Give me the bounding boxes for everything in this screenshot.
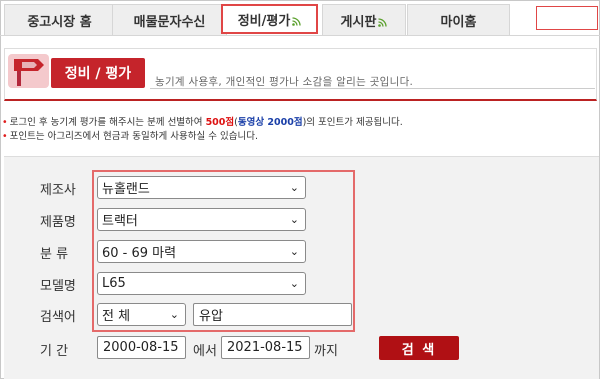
- date-to-value: 2021-08-15: [227, 340, 303, 355]
- tab-label: 매물문자수신: [133, 14, 206, 30]
- signpost-icon: [8, 54, 49, 88]
- tab-label: 정비/평가: [237, 13, 291, 29]
- video-points-amount: 동영상 2000점: [237, 117, 303, 128]
- product-select-value: 트랙터: [102, 214, 138, 229]
- model-label: 모델명: [40, 279, 76, 294]
- chevron-down-icon: ⌄: [289, 277, 299, 290]
- tab-board[interactable]: 게시판: [322, 4, 406, 35]
- keyword-label: 검색어: [40, 310, 76, 325]
- tab-market-home[interactable]: 중고시장 홈: [4, 4, 115, 35]
- rss-icon: [378, 17, 388, 27]
- maker-select[interactable]: 뉴홀랜드 ⌄: [97, 176, 306, 199]
- tab-divider: [0, 35, 600, 36]
- page-description: 농기계 사용후, 개인적인 평가나 소감을 알리는 곳입니다.: [155, 76, 414, 88]
- tab-label: 중고시장 홈: [27, 14, 92, 30]
- tab-my-home[interactable]: 마이홈: [407, 4, 510, 35]
- product-label: 제품명: [40, 215, 76, 230]
- maker-select-value: 뉴홀랜드: [102, 182, 150, 197]
- date-from-input[interactable]: 2000-08-15: [97, 336, 186, 359]
- date-to-input[interactable]: 2021-08-15: [221, 336, 310, 359]
- tab-label: 마이홈: [440, 14, 477, 30]
- maker-label: 제조사: [40, 183, 76, 198]
- tab-label: 게시판: [340, 14, 377, 30]
- tab-sms-listing[interactable]: 매물문자수신: [112, 4, 227, 35]
- keyword-scope-value: 전 체: [102, 309, 131, 324]
- class-select-value: 60 - 69 마력: [102, 246, 177, 261]
- points-amount: 500점: [205, 117, 235, 128]
- chevron-down-icon: ⌄: [169, 308, 179, 321]
- model-select[interactable]: L65 ⌄: [97, 272, 306, 295]
- points-usage-notice: • 포인트는 아그리즈에서 현금과 동일하게 사용하실 수 있습니다.: [2, 131, 258, 142]
- search-button[interactable]: 검 색: [379, 336, 459, 360]
- header-underline: [150, 88, 595, 89]
- bullet-icon: •: [2, 117, 8, 128]
- period-label: 기 간: [40, 344, 69, 359]
- keyword-input-value: 유압: [199, 309, 223, 324]
- product-select[interactable]: 트랙터 ⌄: [97, 208, 306, 231]
- between-text: 에서: [193, 344, 217, 359]
- model-select-value: L65: [102, 276, 126, 291]
- keyword-input[interactable]: 유압: [193, 303, 352, 326]
- until-text: 까지: [314, 344, 338, 359]
- date-from-value: 2000-08-15: [103, 340, 179, 355]
- rss-icon: [292, 16, 301, 26]
- points-notice: • 로그인 후 농기계 평가를 해주시는 분께 선별하여 500점(동영상 200…: [2, 117, 403, 128]
- keyword-scope-select[interactable]: 전 체 ⌄: [97, 303, 186, 326]
- chevron-down-icon: ⌄: [289, 213, 299, 226]
- chevron-down-icon: ⌄: [289, 181, 299, 194]
- class-select[interactable]: 60 - 69 마력 ⌄: [97, 240, 306, 263]
- tab-maintenance-review[interactable]: 정비/평가: [221, 4, 318, 34]
- top-tab-bar: 중고시장 홈 매물문자수신 정비/평가 게시판 마이홈: [4, 4, 524, 36]
- bullet-icon: •: [2, 131, 8, 142]
- chevron-down-icon: ⌄: [289, 245, 299, 258]
- page-title: 정비 / 평가: [51, 58, 145, 88]
- class-label: 분 류: [40, 247, 69, 262]
- top-search-box[interactable]: [536, 6, 598, 30]
